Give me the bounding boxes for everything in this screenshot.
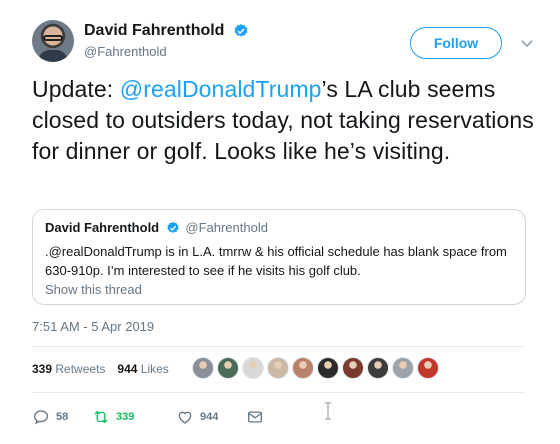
avatar-4[interactable] xyxy=(267,357,289,379)
divider xyxy=(32,346,526,347)
engagement-stats: 339 Retweets 944 Likes xyxy=(32,362,169,376)
quoted-tweet-text: .@realDonaldTrump is in L.A. tmrrw & his… xyxy=(45,244,507,278)
avatar-1[interactable] xyxy=(192,357,214,379)
likes-label: Likes xyxy=(140,362,169,376)
retweets-count: 339 xyxy=(32,362,53,376)
quoted-author-name: David Fahrenthold xyxy=(45,220,160,235)
avatar-glasses xyxy=(43,35,63,41)
like-button[interactable]: 944 xyxy=(176,406,218,428)
chevron-down-icon[interactable] xyxy=(518,34,536,52)
avatar-2[interactable] xyxy=(217,357,239,379)
show-thread-link[interactable]: Show this thread xyxy=(45,282,142,297)
author-info: David Fahrenthold @Fahrenthold xyxy=(84,22,249,59)
divider xyxy=(32,392,526,393)
avatar-9[interactable] xyxy=(392,357,414,379)
likes-stat[interactable]: 944 Likes xyxy=(117,362,168,376)
avatar-5[interactable] xyxy=(292,357,314,379)
avatar-shirt xyxy=(38,50,68,62)
retweets-label: Retweets xyxy=(55,362,106,376)
reply-count: 58 xyxy=(56,411,69,423)
envelope-icon xyxy=(247,411,263,423)
liker-avatars xyxy=(192,357,442,383)
author-avatar[interactable] xyxy=(32,20,74,62)
heart-icon xyxy=(178,411,192,424)
retweet-count: 339 xyxy=(116,411,135,423)
avatar-3[interactable] xyxy=(242,357,264,379)
avatar-10[interactable] xyxy=(417,357,439,379)
reply-icon xyxy=(33,410,49,425)
quoted-tweet[interactable]: David Fahrenthold @Fahrenthold .@realDon… xyxy=(32,209,526,305)
tweet-text-prefix: Update: xyxy=(32,76,120,102)
verified-badge-icon xyxy=(167,221,179,233)
reply-button[interactable]: 58 xyxy=(32,406,68,428)
avatar-7[interactable] xyxy=(342,357,364,379)
retweet-icon xyxy=(94,410,108,424)
verified-badge-icon xyxy=(234,24,248,37)
author-name[interactable]: David Fahrenthold xyxy=(84,22,224,40)
retweets-stat[interactable]: 339 Retweets xyxy=(32,362,105,376)
tweet-timestamp[interactable]: 7:51 AM - 5 Apr 2019 xyxy=(32,319,154,334)
text-cursor-icon xyxy=(325,402,331,420)
tweet-header: David Fahrenthold @Fahrenthold Follow xyxy=(32,20,552,68)
follow-button[interactable]: Follow xyxy=(410,27,502,59)
mention-link[interactable]: @realDonaldTrump xyxy=(120,76,322,102)
tweet-text: Update: @realDonaldTrump’s LA club seems… xyxy=(32,74,542,167)
likes-count: 944 xyxy=(117,362,138,376)
tweet-actions: 58 339 944 xyxy=(32,406,332,428)
avatar-6[interactable] xyxy=(317,357,339,379)
direct-message-button[interactable] xyxy=(246,406,270,428)
author-handle[interactable]: @Fahrenthold xyxy=(84,44,249,59)
avatar-8[interactable] xyxy=(367,357,389,379)
quoted-author-handle: @Fahrenthold xyxy=(185,220,268,235)
quoted-tweet-header: David Fahrenthold @Fahrenthold xyxy=(45,220,268,235)
like-count: 944 xyxy=(200,411,219,423)
retweet-button[interactable]: 339 xyxy=(92,406,134,428)
